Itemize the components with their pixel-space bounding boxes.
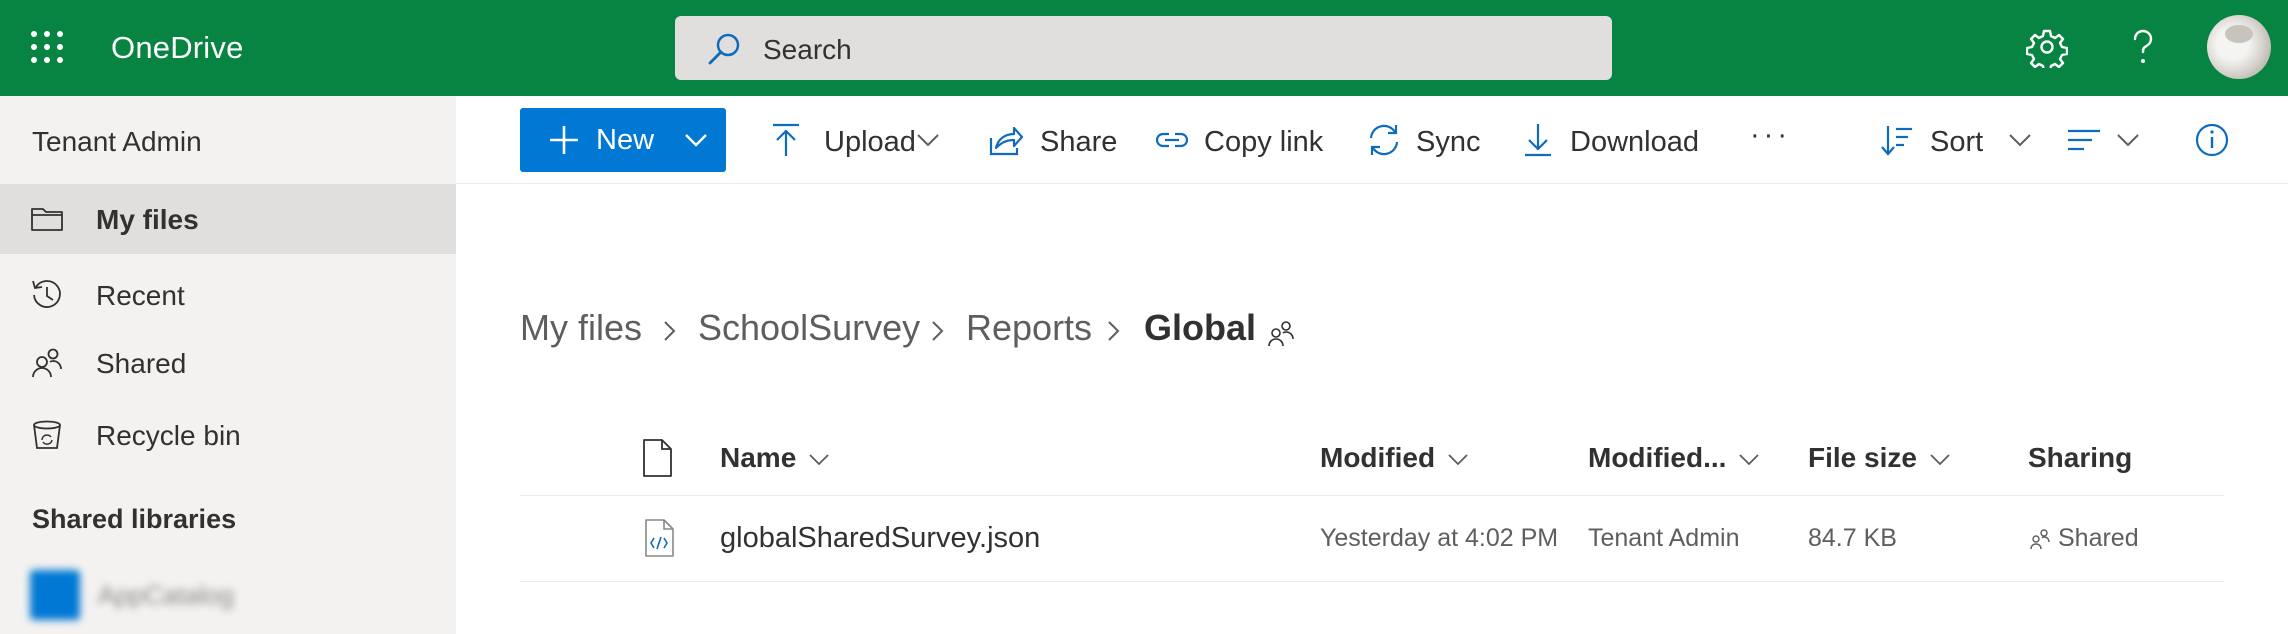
chevron-down-icon	[2009, 134, 2031, 147]
user-name: Tenant Admin	[32, 126, 202, 157]
upload-icon	[773, 123, 799, 156]
download-label: Download	[1570, 126, 1699, 158]
file-list-header: Name Modified Modified... File size Shar…	[520, 420, 2224, 496]
file-size: 84.7 KB	[1808, 524, 1897, 552]
chevron-right-icon	[664, 321, 676, 341]
file-type-icon[interactable]	[640, 438, 674, 478]
column-label: Name	[720, 442, 797, 473]
json-file-icon	[645, 519, 674, 557]
file-name[interactable]: globalSharedSurvey.json	[720, 520, 1040, 556]
sidebar-item-shared[interactable]: Shared	[0, 328, 456, 398]
view-list-icon	[2068, 129, 2100, 151]
column-header-file-size[interactable]: File size	[1808, 420, 1951, 496]
history-icon	[32, 280, 61, 308]
share-button[interactable]: Share	[988, 114, 1118, 166]
library-logo	[30, 570, 80, 620]
sidebar-item-recent[interactable]: Recent	[0, 260, 456, 330]
view-options-button[interactable]	[2066, 114, 2146, 166]
column-label: File size	[1808, 442, 1917, 473]
sidebar-item-recycle-bin[interactable]: Recycle bin	[0, 400, 456, 470]
command-bar: New Upload Share Copy link Sync Download…	[456, 96, 2288, 184]
info-icon	[2195, 123, 2229, 157]
file-modified: Yesterday at 4:02 PM	[1320, 524, 1559, 552]
copy-link-button[interactable]: Copy link	[1154, 114, 1324, 166]
chevron-down-icon	[1739, 453, 1760, 465]
sync-label: Sync	[1416, 126, 1481, 158]
chevron-down-icon	[2117, 134, 2139, 147]
column-label: Modified...	[1588, 442, 1727, 473]
sidebar-library-item[interactable]: AppCatalog	[30, 570, 470, 624]
sidebar-item-label: My files	[96, 204, 199, 235]
sidebar-item-label: Shared	[96, 348, 187, 379]
upload-button[interactable]: Upload	[768, 114, 948, 166]
chevron-down-icon	[1448, 453, 1468, 465]
settings-icon[interactable]	[2026, 26, 2068, 68]
new-button[interactable]: New	[520, 108, 726, 172]
breadcrumb-current: Global	[1144, 307, 1257, 348]
chevron-down-icon	[685, 134, 707, 147]
share-label: Share	[1040, 126, 1118, 158]
sort-button[interactable]: Sort	[1880, 114, 2031, 166]
top-bar: OneDrive Search	[0, 0, 2288, 96]
sidebar-item-label: Recycle bin	[96, 420, 241, 451]
search-box[interactable]: Search	[675, 16, 1612, 80]
sync-icon	[1369, 124, 1399, 156]
chevron-down-icon	[917, 134, 939, 147]
folder-icon	[31, 208, 63, 231]
left-nav: Tenant Admin My files Recent Shared Recy…	[0, 96, 456, 634]
library-label: AppCatalog	[98, 580, 234, 610]
chevron-right-icon	[1108, 321, 1120, 341]
sort-icon	[1881, 126, 1912, 156]
breadcrumb-item[interactable]: Reports	[966, 306, 1092, 350]
plus-icon	[550, 126, 578, 154]
column-header-name[interactable]: Name	[720, 420, 830, 496]
people-icon	[32, 348, 62, 378]
chevron-down-icon	[809, 453, 829, 465]
app-title[interactable]: OneDrive	[111, 28, 244, 68]
people-icon	[2030, 529, 2050, 550]
new-button-label: New	[596, 124, 655, 156]
table-row[interactable]: globalSharedSurvey.json Yesterday at 4:0…	[520, 496, 2224, 582]
breadcrumb-item[interactable]: SchoolSurvey	[698, 306, 920, 350]
breadcrumb-item[interactable]: My files	[520, 306, 642, 350]
shared-libraries-heading: Shared libraries	[32, 504, 237, 534]
chevron-right-icon	[932, 321, 944, 341]
more-icon: ···	[1750, 119, 1791, 151]
avatar[interactable]	[2207, 15, 2271, 79]
copy-link-label: Copy link	[1204, 126, 1324, 158]
sort-label: Sort	[1930, 126, 1984, 158]
column-label: Sharing	[2028, 442, 2133, 473]
recycle-bin-icon	[33, 420, 61, 449]
chevron-down-icon	[1930, 453, 1950, 465]
sharing-label: Shared	[2058, 524, 2139, 552]
share-icon	[989, 126, 1024, 156]
file-modified-by: Tenant Admin	[1588, 524, 1740, 552]
search-input[interactable]: Search	[763, 33, 852, 67]
sidebar-item-label: Recent	[96, 280, 185, 311]
details-pane-button[interactable]	[2194, 114, 2234, 166]
search-icon	[708, 33, 740, 65]
column-header-modified-by[interactable]: Modified...	[1588, 420, 1760, 496]
sidebar-item-my-files[interactable]: My files	[0, 184, 456, 254]
column-label: Modified	[1320, 442, 1436, 473]
help-icon[interactable]	[2122, 26, 2164, 68]
download-button[interactable]: Download	[1520, 114, 1700, 166]
more-actions-button[interactable]: ···	[1746, 114, 1796, 166]
app-launcher-icon[interactable]	[28, 28, 66, 66]
link-icon	[1155, 132, 1189, 148]
column-header-modified[interactable]: Modified	[1320, 420, 1469, 496]
column-header-sharing[interactable]: Sharing	[2028, 420, 2132, 496]
shared-folder-icon[interactable]	[1266, 318, 1296, 348]
upload-label: Upload	[824, 126, 916, 158]
download-icon	[1525, 124, 1551, 157]
sync-button[interactable]: Sync	[1366, 114, 1480, 166]
file-sharing[interactable]: Shared	[2028, 522, 2139, 554]
